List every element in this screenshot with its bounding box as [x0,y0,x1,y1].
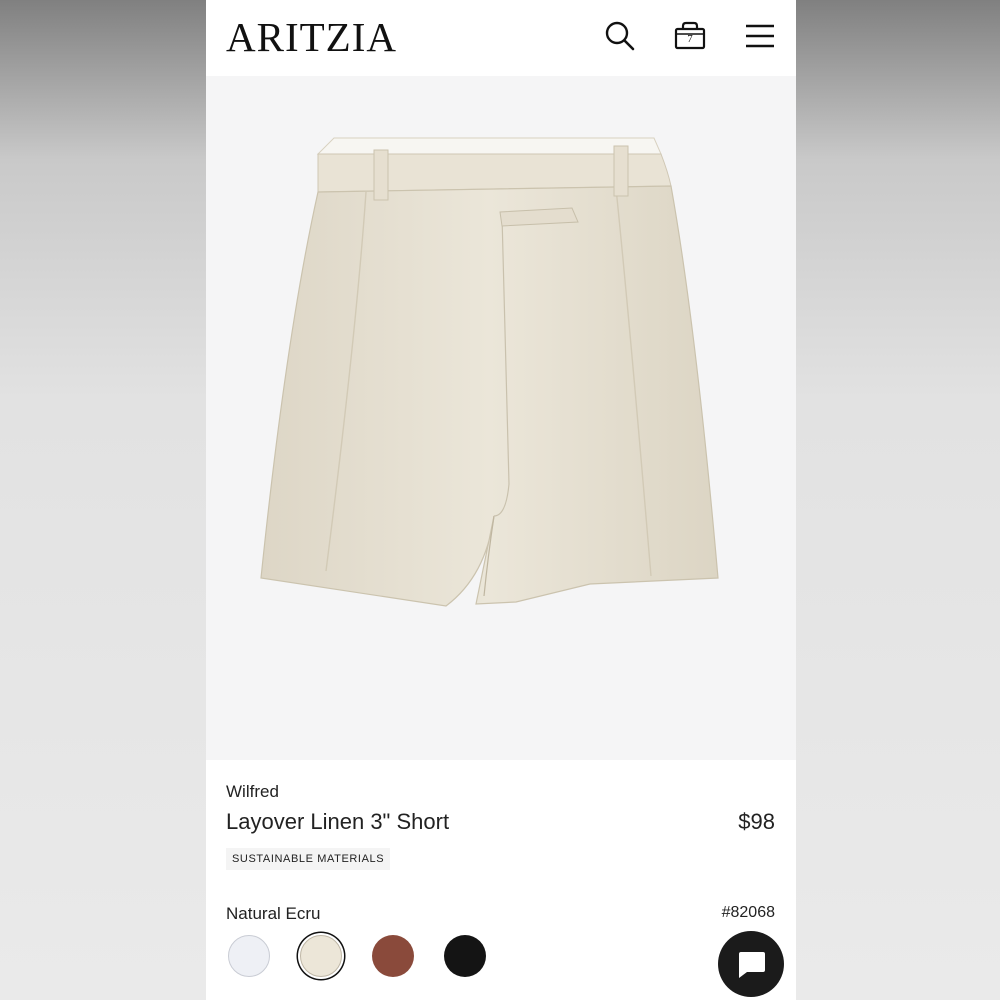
bag-count: 7 [687,33,693,45]
swatch-black[interactable] [444,935,486,977]
product-image[interactable] [206,76,796,760]
hamburger-menu-icon[interactable] [744,20,776,52]
search-icon[interactable] [604,20,636,52]
blurred-background-left [0,0,206,1000]
swatch-natural-ecru[interactable] [300,935,342,977]
product-info: Wilfred Layover Linen 3" Short $98 SUSTA… [206,760,796,1000]
product-page: ARITZIA 7 Wilfred Layover Linen 3" Short… [206,0,796,1000]
selected-color-name: Natural Ecru [226,904,321,923]
chat-bubble-icon [739,952,765,978]
product-price: $98 [738,809,775,834]
product-name: Layover Linen 3" Short [226,809,450,834]
swatch-brown[interactable] [372,935,414,977]
shopping-bag-icon[interactable]: 7 [674,20,706,52]
product-brand[interactable]: Wilfred [226,782,279,802]
blurred-background-right [796,0,1000,1000]
chat-button[interactable] [718,931,784,997]
sustainable-materials-badge: SUSTAINABLE MATERIALS [226,848,391,870]
style-number: #82068 [721,904,775,921]
swatch-white[interactable] [228,935,270,977]
site-header: ARITZIA 7 [206,0,796,76]
aritzia-logo[interactable]: ARITZIA [226,14,397,60]
linen-shorts-illustration [260,137,719,607]
